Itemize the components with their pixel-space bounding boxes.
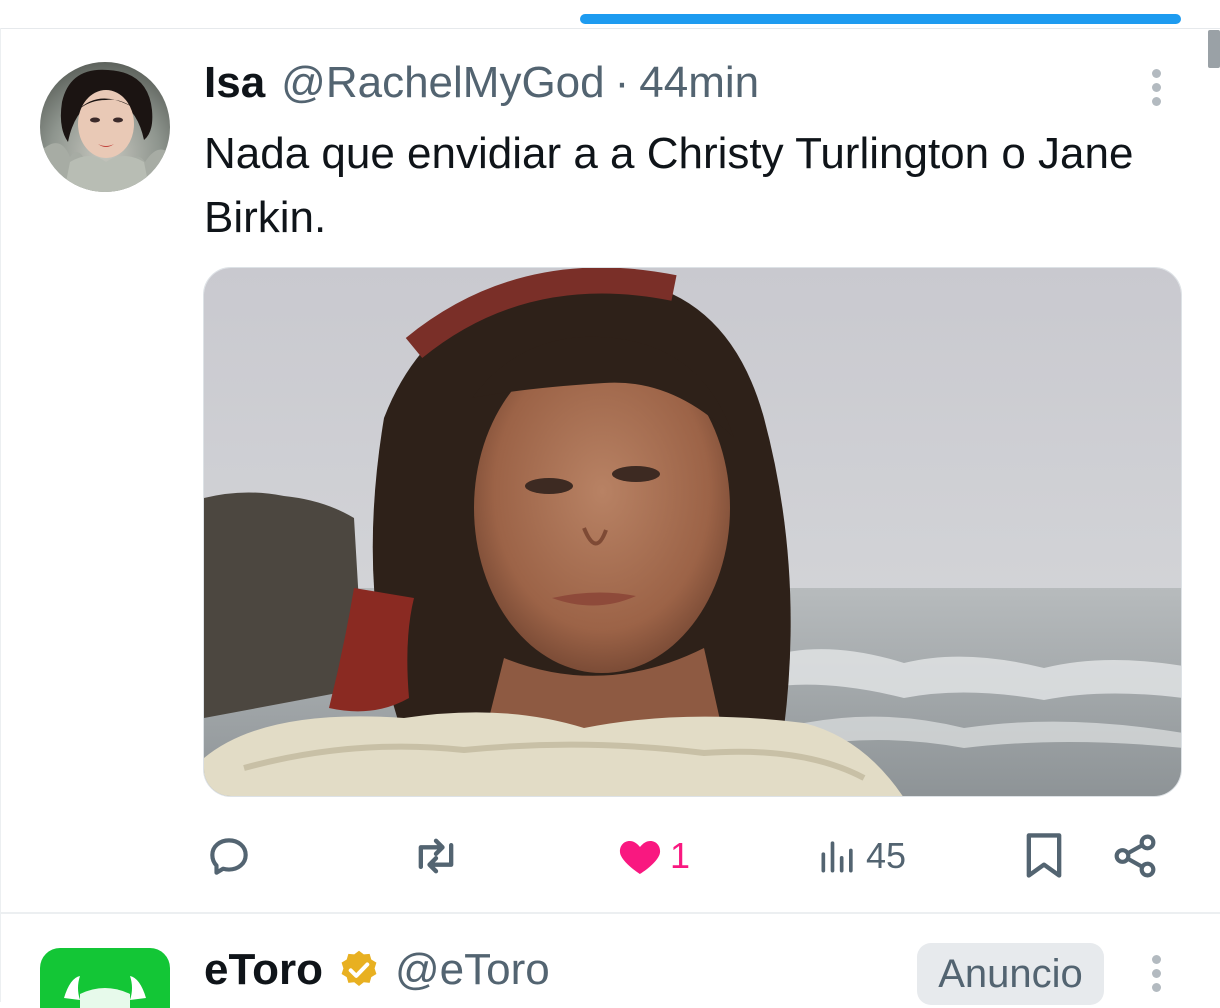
separator-dot: · [614, 58, 630, 107]
views-button[interactable]: 45 [816, 828, 906, 884]
author-handle[interactable]: @RachelMyGod [281, 58, 604, 108]
more-options-button[interactable] [1136, 62, 1176, 112]
more-vertical-icon-dot [1151, 96, 1161, 106]
advertiser-name[interactable]: eToro [204, 945, 323, 995]
ad-more-options-button[interactable] [1136, 948, 1176, 998]
tweet-media[interactable] [203, 267, 1182, 797]
etoro-logo[interactable] [40, 948, 170, 1008]
avatar[interactable] [40, 62, 170, 192]
top-divider [0, 28, 1220, 29]
author-name[interactable]: Isa [204, 58, 265, 108]
more-vertical-icon-dot [1151, 968, 1161, 978]
scrollbar-thumb[interactable] [1208, 30, 1220, 68]
share-button[interactable] [1110, 828, 1160, 884]
share-icon [1114, 834, 1156, 878]
verified-badge-icon [337, 948, 381, 992]
retweet-button[interactable] [410, 828, 462, 884]
ad-label-badge: Anuncio [917, 943, 1104, 1005]
more-vertical-icon [1151, 68, 1161, 78]
avatar-image [40, 62, 170, 192]
more-vertical-icon [1151, 954, 1161, 964]
bookmark-button[interactable] [1022, 828, 1066, 884]
bull-logo-icon [64, 976, 146, 1008]
ad-header: eToro @eToro [204, 944, 550, 996]
retweet-icon [418, 838, 454, 874]
advertiser-handle[interactable]: @eToro [395, 945, 550, 995]
tweet-divider [0, 912, 1220, 914]
like-button[interactable]: 1 [616, 828, 690, 884]
tweet-header: Isa @RachelMyGod · 44min [204, 58, 759, 108]
loading-progress-bar [580, 14, 1181, 24]
views-count: 45 [866, 835, 907, 876]
bookmark-icon [1026, 833, 1062, 878]
tweet-actions: 1 45 [0, 828, 1220, 884]
tweet-photo [204, 268, 1181, 796]
reply-icon [210, 838, 248, 875]
more-vertical-icon-dot [1151, 82, 1161, 92]
like-count: 1 [670, 835, 691, 876]
heart-icon [619, 841, 661, 874]
tweet-text: Nada que envidiar a a Christy Turlington… [204, 129, 1134, 242]
more-vertical-icon-dot [1151, 982, 1161, 992]
tweet-timestamp[interactable]: 44min [639, 58, 759, 108]
reply-button[interactable] [204, 828, 254, 884]
views-icon [821, 841, 853, 873]
